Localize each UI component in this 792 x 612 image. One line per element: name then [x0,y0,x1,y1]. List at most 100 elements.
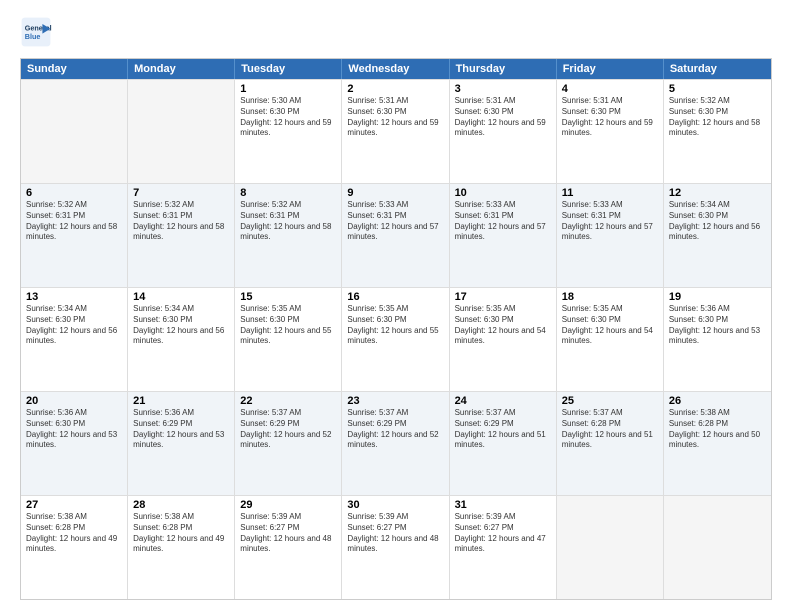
calendar-cell: 9Sunrise: 5:33 AMSunset: 6:31 PMDaylight… [342,184,449,287]
cell-info: Sunrise: 5:39 AMSunset: 6:27 PMDaylight:… [455,512,551,555]
cell-info: Sunrise: 5:35 AMSunset: 6:30 PMDaylight:… [562,304,658,347]
calendar-cell: 11Sunrise: 5:33 AMSunset: 6:31 PMDayligh… [557,184,664,287]
calendar-cell: 17Sunrise: 5:35 AMSunset: 6:30 PMDayligh… [450,288,557,391]
cell-info: Sunrise: 5:33 AMSunset: 6:31 PMDaylight:… [347,200,443,243]
calendar-day-header: Friday [557,59,664,79]
cell-info: Sunrise: 5:31 AMSunset: 6:30 PMDaylight:… [347,96,443,139]
calendar-cell: 16Sunrise: 5:35 AMSunset: 6:30 PMDayligh… [342,288,449,391]
calendar-week-row: 27Sunrise: 5:38 AMSunset: 6:28 PMDayligh… [21,495,771,599]
cell-info: Sunrise: 5:37 AMSunset: 6:29 PMDaylight:… [347,408,443,451]
cell-info: Sunrise: 5:32 AMSunset: 6:30 PMDaylight:… [669,96,766,139]
cell-info: Sunrise: 5:35 AMSunset: 6:30 PMDaylight:… [455,304,551,347]
cell-info: Sunrise: 5:39 AMSunset: 6:27 PMDaylight:… [240,512,336,555]
calendar-cell: 1Sunrise: 5:30 AMSunset: 6:30 PMDaylight… [235,80,342,183]
calendar-cell: 7Sunrise: 5:32 AMSunset: 6:31 PMDaylight… [128,184,235,287]
cell-info: Sunrise: 5:34 AMSunset: 6:30 PMDaylight:… [26,304,122,347]
cell-info: Sunrise: 5:38 AMSunset: 6:28 PMDaylight:… [669,408,766,451]
cell-info: Sunrise: 5:37 AMSunset: 6:29 PMDaylight:… [240,408,336,451]
day-number: 22 [240,395,336,407]
day-number: 20 [26,395,122,407]
cell-info: Sunrise: 5:31 AMSunset: 6:30 PMDaylight:… [455,96,551,139]
cell-info: Sunrise: 5:38 AMSunset: 6:28 PMDaylight:… [133,512,229,555]
day-number: 4 [562,83,658,95]
calendar-day-header: Thursday [450,59,557,79]
calendar-cell: 5Sunrise: 5:32 AMSunset: 6:30 PMDaylight… [664,80,771,183]
cell-info: Sunrise: 5:33 AMSunset: 6:31 PMDaylight:… [455,200,551,243]
logo-icon: General Blue [20,16,52,48]
cell-info: Sunrise: 5:32 AMSunset: 6:31 PMDaylight:… [26,200,122,243]
day-number: 8 [240,187,336,199]
day-number: 23 [347,395,443,407]
cell-info: Sunrise: 5:34 AMSunset: 6:30 PMDaylight:… [669,200,766,243]
cell-info: Sunrise: 5:37 AMSunset: 6:29 PMDaylight:… [455,408,551,451]
day-number: 5 [669,83,766,95]
calendar-cell: 10Sunrise: 5:33 AMSunset: 6:31 PMDayligh… [450,184,557,287]
day-number: 21 [133,395,229,407]
calendar-cell [664,496,771,599]
calendar-cell: 24Sunrise: 5:37 AMSunset: 6:29 PMDayligh… [450,392,557,495]
calendar-cell: 20Sunrise: 5:36 AMSunset: 6:30 PMDayligh… [21,392,128,495]
calendar: SundayMondayTuesdayWednesdayThursdayFrid… [20,58,772,600]
calendar-cell: 26Sunrise: 5:38 AMSunset: 6:28 PMDayligh… [664,392,771,495]
calendar-cell: 3Sunrise: 5:31 AMSunset: 6:30 PMDaylight… [450,80,557,183]
day-number: 30 [347,499,443,511]
header: General Blue [20,16,772,48]
calendar-cell: 4Sunrise: 5:31 AMSunset: 6:30 PMDaylight… [557,80,664,183]
calendar-cell: 27Sunrise: 5:38 AMSunset: 6:28 PMDayligh… [21,496,128,599]
calendar-cell: 31Sunrise: 5:39 AMSunset: 6:27 PMDayligh… [450,496,557,599]
cell-info: Sunrise: 5:34 AMSunset: 6:30 PMDaylight:… [133,304,229,347]
calendar-week-row: 1Sunrise: 5:30 AMSunset: 6:30 PMDaylight… [21,79,771,183]
day-number: 12 [669,187,766,199]
calendar-day-header: Saturday [664,59,771,79]
calendar-week-row: 20Sunrise: 5:36 AMSunset: 6:30 PMDayligh… [21,391,771,495]
day-number: 9 [347,187,443,199]
cell-info: Sunrise: 5:30 AMSunset: 6:30 PMDaylight:… [240,96,336,139]
calendar-cell [128,80,235,183]
calendar-day-header: Tuesday [235,59,342,79]
day-number: 10 [455,187,551,199]
cell-info: Sunrise: 5:36 AMSunset: 6:29 PMDaylight:… [133,408,229,451]
day-number: 17 [455,291,551,303]
calendar-header: SundayMondayTuesdayWednesdayThursdayFrid… [21,59,771,79]
day-number: 24 [455,395,551,407]
cell-info: Sunrise: 5:31 AMSunset: 6:30 PMDaylight:… [562,96,658,139]
calendar-cell [21,80,128,183]
cell-info: Sunrise: 5:35 AMSunset: 6:30 PMDaylight:… [347,304,443,347]
calendar-day-header: Monday [128,59,235,79]
day-number: 1 [240,83,336,95]
calendar-cell: 6Sunrise: 5:32 AMSunset: 6:31 PMDaylight… [21,184,128,287]
calendar-cell: 29Sunrise: 5:39 AMSunset: 6:27 PMDayligh… [235,496,342,599]
cell-info: Sunrise: 5:33 AMSunset: 6:31 PMDaylight:… [562,200,658,243]
calendar-cell: 2Sunrise: 5:31 AMSunset: 6:30 PMDaylight… [342,80,449,183]
day-number: 31 [455,499,551,511]
calendar-cell: 22Sunrise: 5:37 AMSunset: 6:29 PMDayligh… [235,392,342,495]
day-number: 3 [455,83,551,95]
calendar-cell: 25Sunrise: 5:37 AMSunset: 6:28 PMDayligh… [557,392,664,495]
cell-info: Sunrise: 5:36 AMSunset: 6:30 PMDaylight:… [26,408,122,451]
day-number: 27 [26,499,122,511]
day-number: 28 [133,499,229,511]
calendar-cell: 18Sunrise: 5:35 AMSunset: 6:30 PMDayligh… [557,288,664,391]
calendar-cell: 21Sunrise: 5:36 AMSunset: 6:29 PMDayligh… [128,392,235,495]
day-number: 14 [133,291,229,303]
day-number: 16 [347,291,443,303]
logo: General Blue [20,16,56,48]
calendar-cell: 14Sunrise: 5:34 AMSunset: 6:30 PMDayligh… [128,288,235,391]
calendar-week-row: 13Sunrise: 5:34 AMSunset: 6:30 PMDayligh… [21,287,771,391]
cell-info: Sunrise: 5:32 AMSunset: 6:31 PMDaylight:… [133,200,229,243]
day-number: 15 [240,291,336,303]
calendar-cell: 12Sunrise: 5:34 AMSunset: 6:30 PMDayligh… [664,184,771,287]
day-number: 2 [347,83,443,95]
day-number: 19 [669,291,766,303]
cell-info: Sunrise: 5:37 AMSunset: 6:28 PMDaylight:… [562,408,658,451]
day-number: 18 [562,291,658,303]
calendar-cell: 23Sunrise: 5:37 AMSunset: 6:29 PMDayligh… [342,392,449,495]
cell-info: Sunrise: 5:36 AMSunset: 6:30 PMDaylight:… [669,304,766,347]
day-number: 25 [562,395,658,407]
calendar-cell: 30Sunrise: 5:39 AMSunset: 6:27 PMDayligh… [342,496,449,599]
page: General Blue SundayMondayTuesdayWednesda… [0,0,792,612]
day-number: 26 [669,395,766,407]
cell-info: Sunrise: 5:38 AMSunset: 6:28 PMDaylight:… [26,512,122,555]
calendar-body: 1Sunrise: 5:30 AMSunset: 6:30 PMDaylight… [21,79,771,599]
calendar-day-header: Wednesday [342,59,449,79]
